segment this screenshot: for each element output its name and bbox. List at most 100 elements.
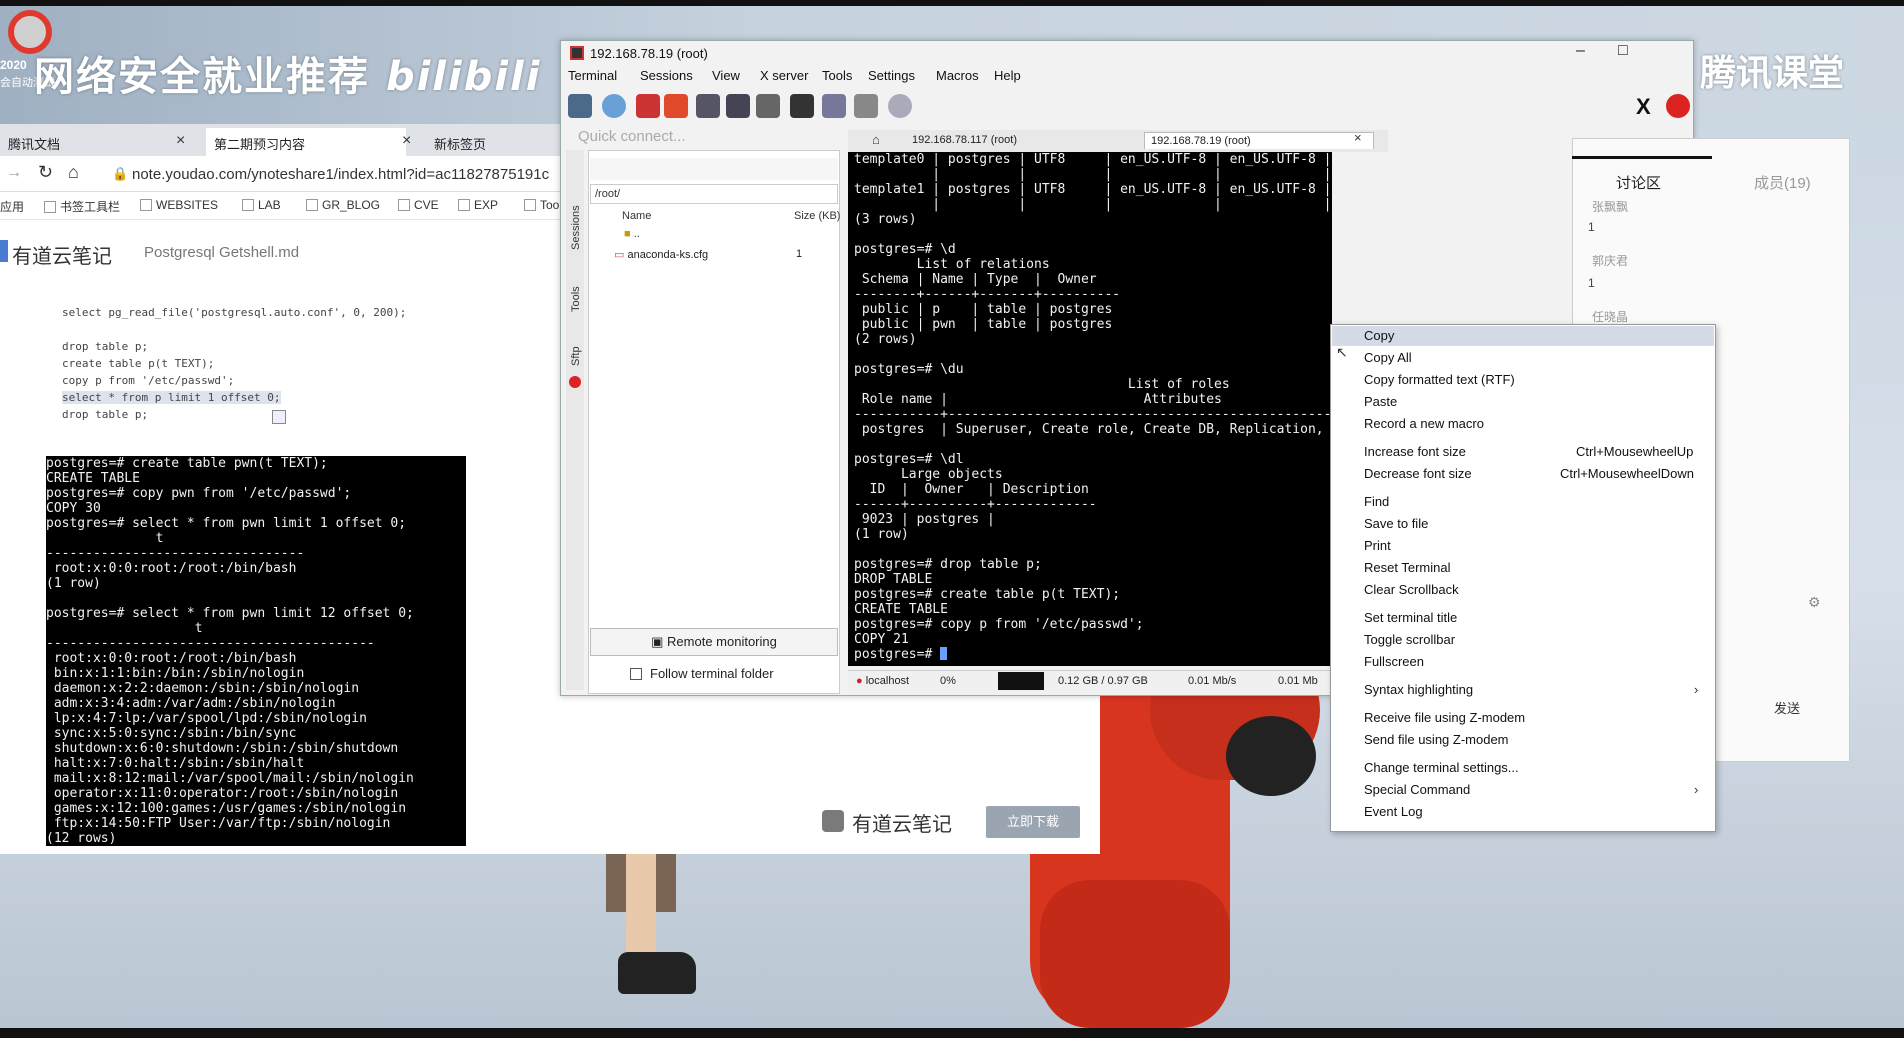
bookmark-item[interactable]: EXP	[458, 198, 498, 212]
bookmark-item[interactable]: 书签工具栏	[44, 198, 120, 215]
send-button[interactable]: 发送	[1774, 698, 1800, 717]
watermark-left: 网络安全就业推荐 bilibili	[34, 54, 542, 100]
servers-icon[interactable]	[602, 94, 626, 118]
menu-help[interactable]: Help	[994, 68, 1021, 83]
mascot-lower	[1040, 880, 1230, 1028]
browser-tab-2[interactable]: 第二期预习内容	[206, 128, 406, 156]
tab-members[interactable]: 成员(19)	[1754, 172, 1811, 193]
home-icon[interactable]: ⌂	[872, 132, 880, 147]
ssh-terminal[interactable]: template0 | postgres | UTF8 | en_US.UTF-…	[848, 152, 1332, 666]
menu-item-copy-rtf[interactable]: Copy formatted text (RTF)	[1364, 372, 1515, 387]
sessions-icon[interactable]	[696, 94, 720, 118]
menu-item-send-zmodem[interactable]: Send file using Z-modem	[1364, 732, 1509, 747]
col-size[interactable]: Size (KB)	[794, 210, 840, 222]
tunneling-icon[interactable]	[822, 94, 846, 118]
session-tab-active[interactable]: 192.168.78.19 (root)	[1144, 132, 1374, 149]
packages-icon[interactable]	[854, 94, 878, 118]
view-icon[interactable]	[726, 94, 750, 118]
browser-tab-1[interactable]: 腾讯文档	[0, 128, 190, 156]
menu-item-syntax-highlighting[interactable]: Syntax highlighting	[1364, 682, 1473, 697]
menu-item-print[interactable]: Print	[1364, 538, 1391, 553]
settings-icon[interactable]: ⚙	[1808, 594, 1821, 611]
menu-item-reset-terminal[interactable]: Reset Terminal	[1364, 560, 1450, 575]
menu-item-record-macro[interactable]: Record a new macro	[1364, 416, 1484, 431]
bookmark-item[interactable]: 应用	[0, 198, 24, 215]
forward-icon[interactable]: →	[6, 164, 22, 182]
menu-settings[interactable]: Settings	[868, 68, 915, 83]
bottom-strip	[0, 1028, 1904, 1038]
menu-sessions[interactable]: Sessions	[640, 68, 693, 83]
split-icon[interactable]	[756, 94, 780, 118]
reload-icon[interactable]: ↻	[38, 162, 53, 183]
menu-macros[interactable]: Macros	[936, 68, 979, 83]
url-input[interactable]: note.youdao.com/ynoteshare1/index.html?i…	[132, 166, 549, 183]
close-icon[interactable]: ×	[176, 132, 185, 150]
sidebar-sftp[interactable]: Sftp	[570, 346, 582, 366]
power-icon[interactable]	[1666, 94, 1690, 118]
menu-item-decrease-font[interactable]: Decrease font size	[1364, 466, 1472, 481]
code-line: copy p from '/etc/passwd';	[62, 374, 235, 387]
menu-item-paste[interactable]: Paste	[1364, 394, 1397, 409]
menu-view[interactable]: View	[712, 68, 740, 83]
session-icon[interactable]	[568, 94, 592, 118]
bookmark-item[interactable]: GR_BLOG	[306, 198, 380, 212]
col-name[interactable]: Name	[622, 210, 651, 222]
menu-item-find[interactable]: Find	[1364, 494, 1389, 509]
close-icon[interactable]: ×	[402, 132, 411, 150]
file-row[interactable]: ■ ..	[624, 228, 640, 240]
home-icon[interactable]: ⌂	[68, 162, 79, 183]
follow-folder-checkbox[interactable]	[630, 668, 642, 680]
bookmark-item[interactable]: CVE	[398, 198, 439, 212]
code-line: select pg_read_file('postgresql.auto.con…	[62, 306, 407, 319]
app-title: 有道云笔记	[12, 246, 112, 268]
menu-item-clear-scrollback[interactable]: Clear Scrollback	[1364, 582, 1459, 597]
chat-message: 1	[1588, 276, 1595, 290]
multiexec-icon[interactable]	[790, 94, 814, 118]
remote-monitoring-button[interactable]: ▣ Remote monitoring	[590, 628, 838, 656]
folder-icon	[140, 199, 152, 211]
copy-icon[interactable]	[272, 410, 286, 424]
chat-user: 任晓晶	[1592, 310, 1629, 324]
sftp-path-input[interactable]: /root/	[590, 184, 838, 204]
menu-item-increase-font[interactable]: Increase font size	[1364, 444, 1466, 459]
bookmark-item[interactable]: WEBSITES	[140, 198, 218, 212]
menu-terminal[interactable]: Terminal	[568, 68, 617, 83]
browser-tab-3[interactable]: 新标签页	[426, 128, 556, 156]
monitor-icon: ▣	[651, 634, 668, 649]
folder-icon	[242, 199, 254, 211]
file-size: 1	[796, 248, 803, 260]
menu-item-change-settings[interactable]: Change terminal settings...	[1364, 760, 1519, 775]
download-button[interactable]: 立即下载	[986, 806, 1080, 838]
games-icon[interactable]	[664, 94, 688, 118]
close-tab-icon[interactable]: ×	[1354, 130, 1362, 145]
quick-connect-input[interactable]: Quick connect...	[578, 128, 686, 145]
menu-item-copy-all[interactable]: Copy All	[1364, 350, 1412, 365]
menu-tools[interactable]: Tools	[822, 68, 852, 83]
menu-item-event-log[interactable]: Event Log	[1364, 804, 1423, 819]
maximize-button[interactable]: □	[1618, 42, 1628, 60]
menu-xserver[interactable]: X server	[760, 68, 808, 83]
bookmark-item[interactable]: Too	[524, 198, 559, 212]
menu-item-fullscreen[interactable]: Fullscreen	[1364, 654, 1424, 669]
code-line: select * from p limit 1 offset 0;	[62, 391, 281, 404]
sidebar-sessions[interactable]: Sessions	[570, 205, 582, 250]
code-line: drop table p;	[62, 408, 149, 421]
menu-item-toggle-scrollbar[interactable]: Toggle scrollbar	[1364, 632, 1455, 647]
bookmark-item[interactable]: LAB	[242, 198, 281, 212]
youdao-icon	[822, 810, 844, 832]
tools-icon[interactable]	[636, 94, 660, 118]
tab-discussion[interactable]: 讨论区	[1616, 172, 1661, 193]
menu-item-set-title[interactable]: Set terminal title	[1364, 610, 1457, 625]
menu-item-save-to-file[interactable]: Save to file	[1364, 516, 1428, 531]
sidebar-tools[interactable]: Tools	[570, 286, 582, 312]
session-tab[interactable]: 192.168.78.117 (root)	[906, 132, 1023, 148]
folder-icon	[458, 199, 470, 211]
menu-item-receive-zmodem[interactable]: Receive file using Z-modem	[1364, 710, 1525, 725]
help-icon[interactable]	[888, 94, 912, 118]
menu-item-copy[interactable]: Copy	[1364, 328, 1394, 343]
xserver-icon[interactable]: X	[1636, 94, 1651, 120]
file-row[interactable]: ▭ anaconda-ks.cfg	[614, 248, 708, 261]
menu-item-special-command[interactable]: Special Command	[1364, 782, 1470, 797]
mouse-cursor-icon: ↖	[1336, 344, 1348, 360]
minimize-button[interactable]: –	[1576, 42, 1585, 60]
